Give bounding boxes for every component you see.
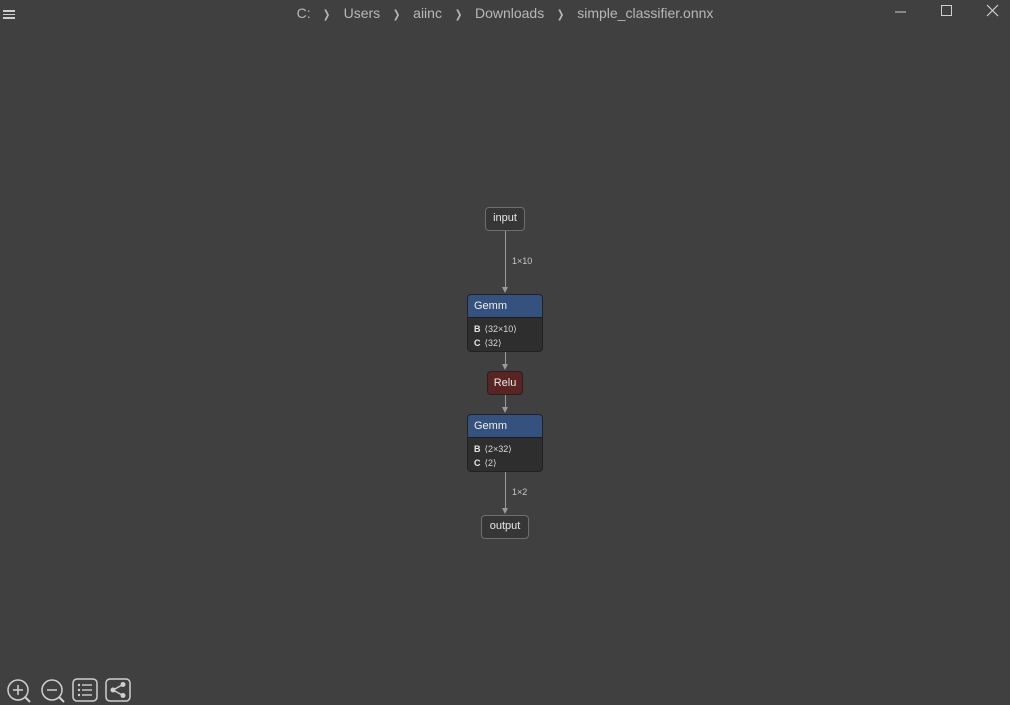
gemm-node-2-attributes: B ⟨2×32⟩ C ⟨2⟩ [468,438,542,471]
gemm-node-1[interactable]: Gemm B ⟨32×10⟩ C ⟨32⟩ [467,294,543,352]
arrow-head-icon [502,287,508,293]
arrow-head-icon [502,407,508,413]
zoom-out-icon [41,679,65,703]
attr-value: ⟨32⟩ [484,338,502,348]
share-icon [105,678,131,702]
list-icon [72,678,98,702]
gemm-1-attr-c: C ⟨32⟩ [474,336,536,350]
attr-value: ⟨2×32⟩ [484,444,512,454]
graph-canvas[interactable]: input 1×10 Gemm B ⟨32×10⟩ C ⟨32⟩ Relu Gemm… [0,0,1010,705]
relu-node[interactable]: Relu [487,371,523,395]
gemm-node-1-attributes: B ⟨32×10⟩ C ⟨32⟩ [468,318,542,351]
output-node[interactable]: output [481,515,529,539]
attr-value: ⟨2⟩ [484,458,497,468]
gemm-1-attr-b: B ⟨32×10⟩ [474,322,536,336]
input-node[interactable]: input [485,207,525,231]
gemm-node-1-title: Gemm [468,295,542,318]
properties-button[interactable] [72,678,98,704]
arrow-head-icon [502,364,508,370]
output-node-label: output [489,520,521,532]
attr-value: ⟨32×10⟩ [484,324,517,334]
input-node-label: input [493,212,517,224]
attr-key: B [474,324,481,334]
gemm-2-attr-c: C ⟨2⟩ [474,456,536,470]
arrow-head-icon [502,508,508,514]
edge-label-input: 1×10 [512,256,533,266]
edge-gemm2-output [505,472,506,509]
gemm-node-2[interactable]: Gemm B ⟨2×32⟩ C ⟨2⟩ [467,414,543,472]
attr-key: C [474,338,481,348]
zoom-in-icon [7,679,31,703]
edge-input-gemm1 [505,231,506,288]
edge-label-output: 1×2 [512,487,528,497]
gemm-2-attr-b: B ⟨2×32⟩ [474,442,536,456]
attr-key: B [474,444,481,454]
gemm-node-2-title: Gemm [468,415,542,438]
relu-node-label: Relu [493,377,517,389]
zoom-in-button[interactable] [6,678,32,704]
zoom-out-button[interactable] [40,678,66,704]
attr-key: C [474,458,481,468]
export-button[interactable] [105,678,131,704]
